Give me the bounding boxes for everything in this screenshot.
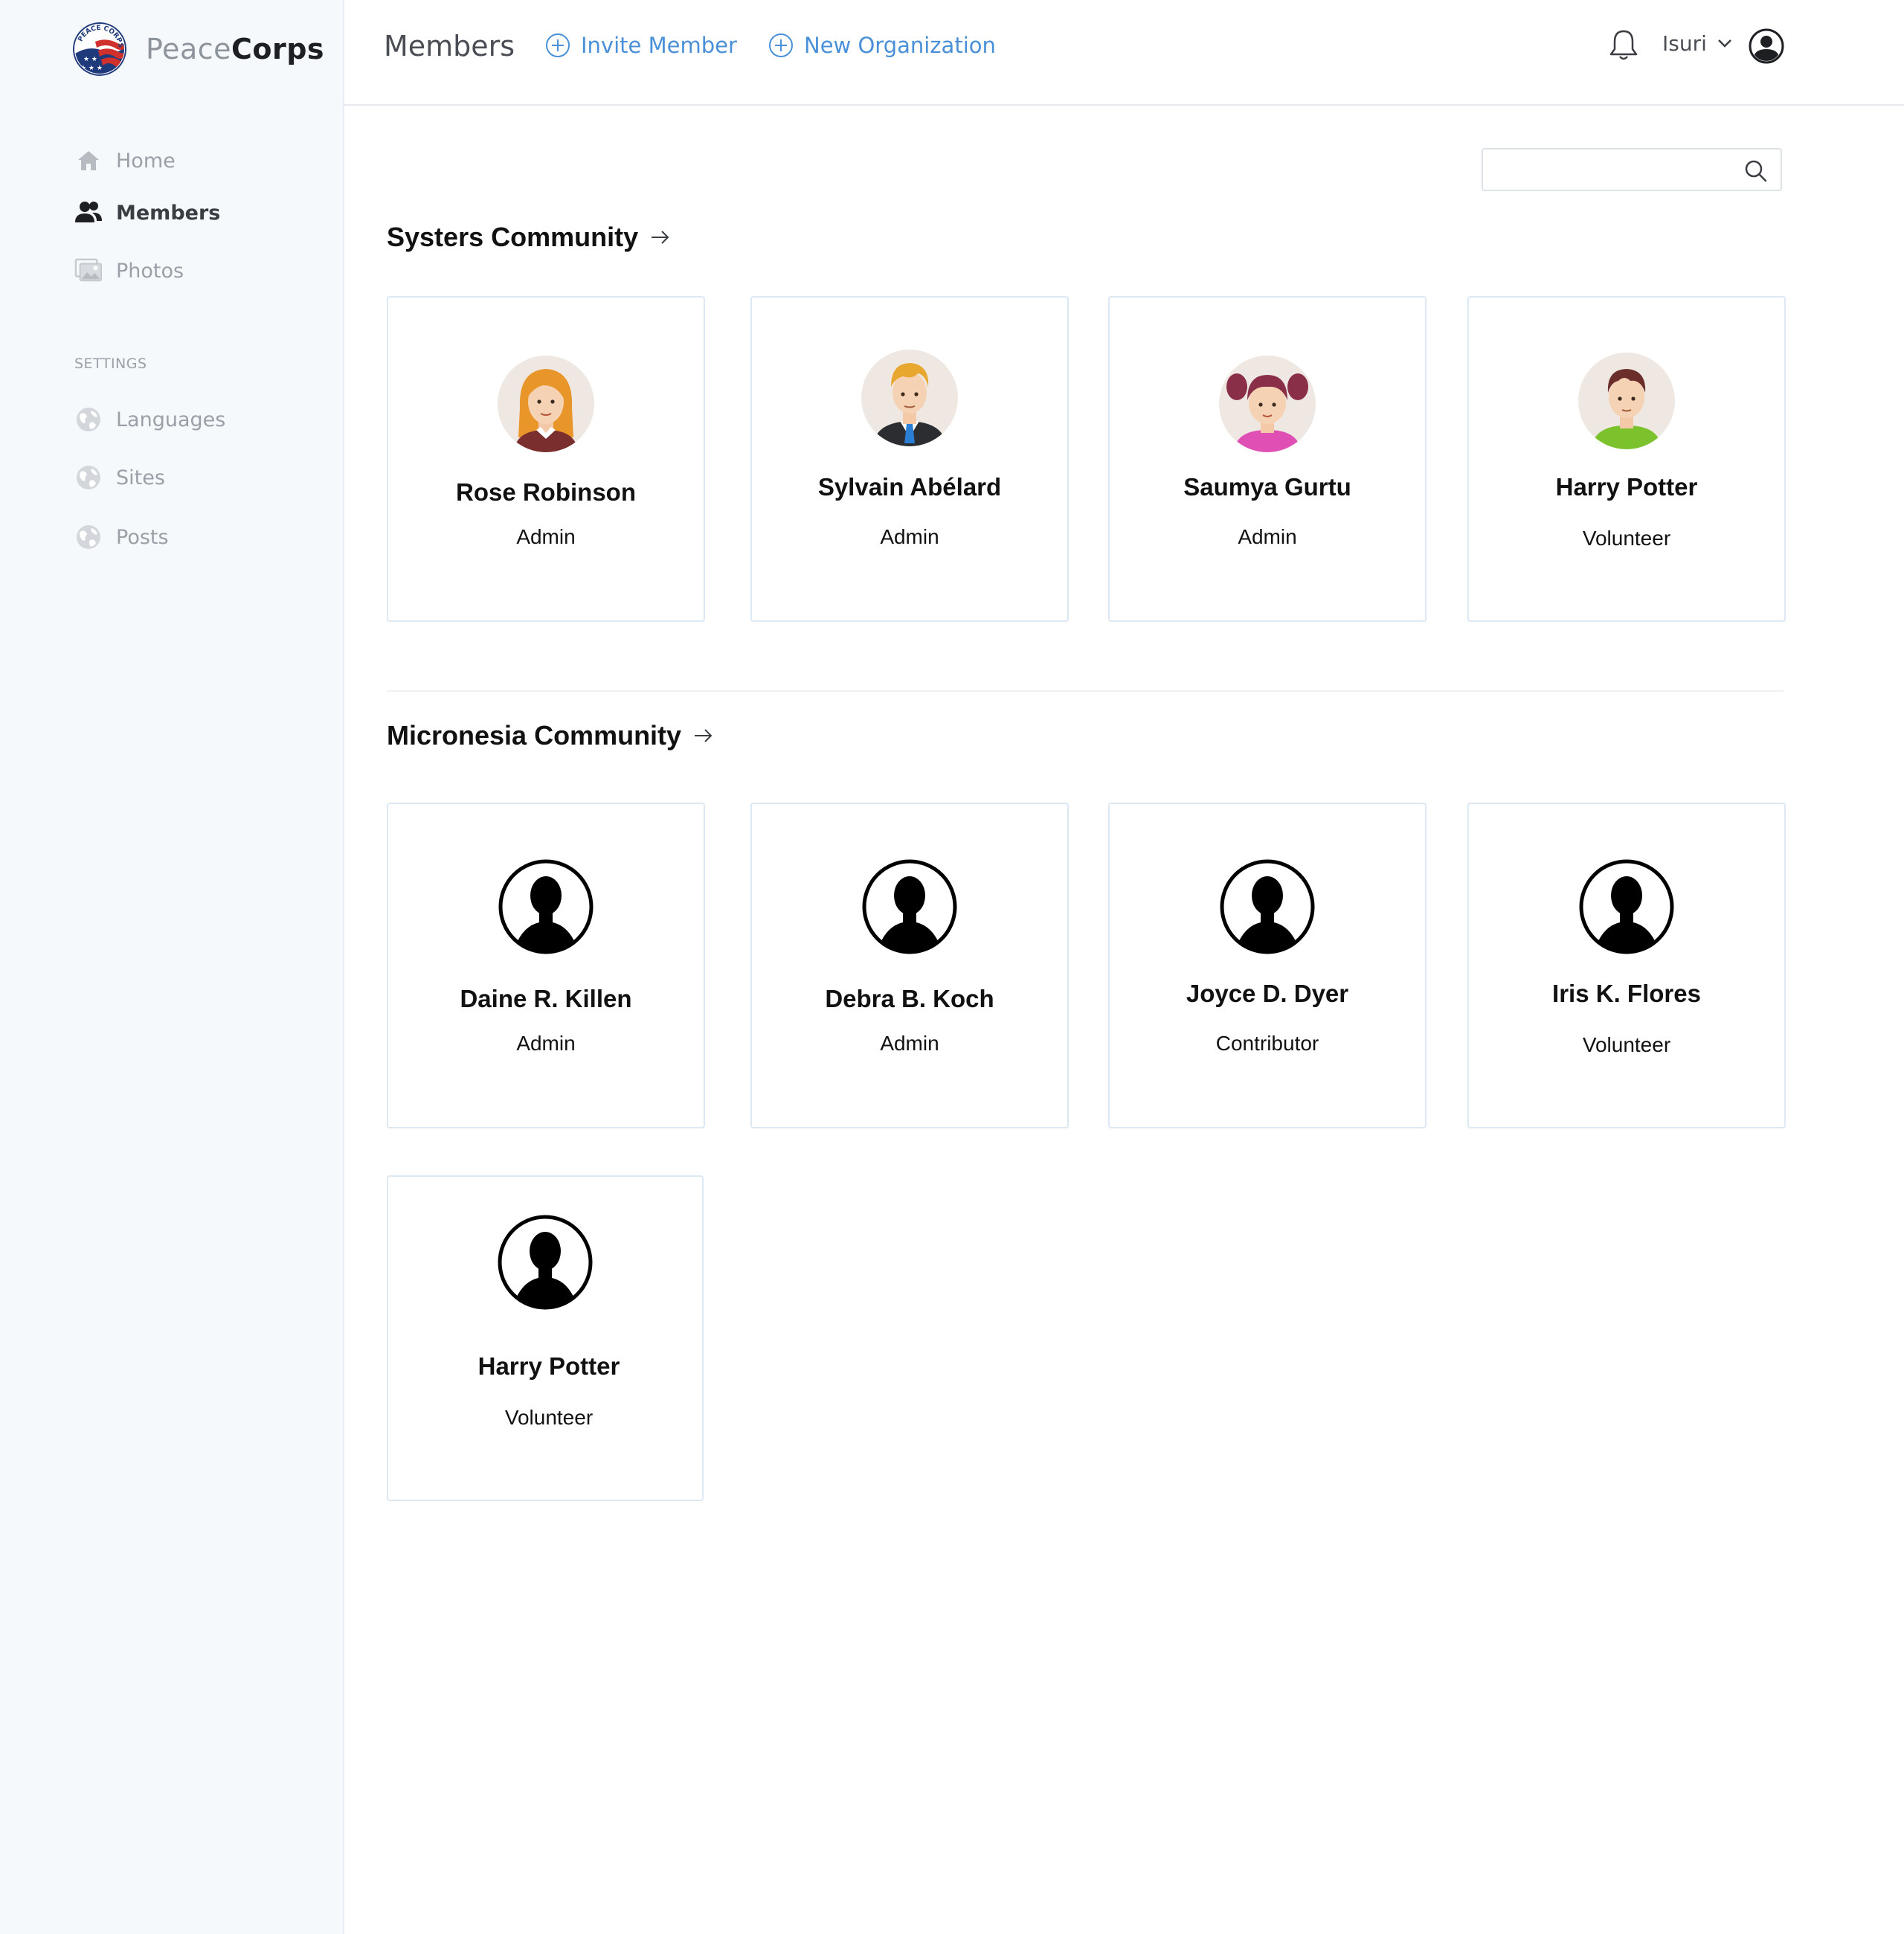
page-title: Members — [384, 30, 515, 62]
search-box — [1482, 148, 1782, 191]
user-avatar-icon[interactable] — [1749, 28, 1784, 64]
sidebar-item-photos[interactable]: Photos — [74, 254, 184, 287]
member-role: Admin — [880, 1032, 939, 1055]
new-organization-label: New Organization — [804, 33, 996, 58]
globe-icon — [74, 405, 103, 434]
woman-avatar-icon — [498, 356, 594, 452]
member-card[interactable]: Saumya Gurtu Admin — [1108, 296, 1427, 622]
boy-avatar-icon — [1578, 353, 1675, 449]
search-input[interactable] — [1490, 154, 1739, 187]
user-silhouette-icon — [1579, 859, 1674, 954]
sidebar-item-languages[interactable]: Languages — [74, 403, 225, 436]
top-bar: Members Invite Member New Organization I… — [344, 0, 1904, 106]
member-name: Joyce D. Dyer — [1186, 980, 1349, 1007]
invite-member-label: Invite Member — [581, 33, 737, 58]
members-icon — [74, 199, 103, 227]
section-title-text: Micronesia Community — [387, 720, 682, 751]
section-divider — [387, 690, 1784, 692]
member-card[interactable]: Sylvain Abélard Admin — [750, 296, 1069, 622]
member-card[interactable]: Debra B. Koch Admin — [750, 803, 1069, 1128]
user-menu-name[interactable]: Isuri — [1662, 31, 1707, 56]
arrow-right-icon — [650, 229, 671, 245]
new-organization-button[interactable]: New Organization — [768, 33, 996, 58]
member-name: Iris K. Flores — [1552, 980, 1701, 1007]
member-name: Debra B. Koch — [825, 985, 994, 1012]
member-name: Daine R. Killen — [460, 985, 632, 1012]
globe-icon — [74, 463, 103, 492]
member-card[interactable]: Rose Robinson Admin — [387, 296, 705, 622]
girl-avatar-icon — [1219, 356, 1316, 452]
member-role: Volunteer — [1582, 1033, 1671, 1056]
home-icon — [74, 147, 103, 175]
chevron-down-icon[interactable] — [1717, 37, 1733, 49]
brand-part1: Peace — [146, 33, 231, 65]
brand-name: PeaceCorps — [146, 33, 324, 65]
member-card[interactable]: Iris K. Flores Volunteer — [1467, 803, 1786, 1128]
user-silhouette-icon — [498, 859, 594, 954]
arrow-right-icon — [693, 727, 714, 744]
member-role: Admin — [880, 525, 939, 548]
sidebar-item-home[interactable]: Home — [74, 144, 176, 177]
globe-icon — [74, 523, 103, 551]
sidebar: ★ ★ ★ ★ ★ PEACE CORPS PeaceCorps Home Me… — [0, 0, 344, 1934]
plus-circle-icon — [546, 33, 570, 57]
sidebar-item-label: Languages — [116, 408, 226, 431]
settings-section-label: SETTINGS — [74, 356, 147, 372]
plus-circle-icon — [769, 33, 793, 57]
sidebar-item-sites[interactable]: Sites — [74, 461, 165, 494]
member-role: Admin — [516, 525, 576, 548]
user-silhouette-icon — [1220, 859, 1315, 954]
invite-member-button[interactable]: Invite Member — [545, 33, 737, 58]
user-silhouette-icon — [862, 859, 957, 954]
member-name: Harry Potter — [477, 1352, 620, 1380]
section-title-micronesia[interactable]: Micronesia Community — [387, 720, 714, 751]
user-silhouette-icon — [498, 1215, 593, 1310]
member-card[interactable]: Harry Potter Volunteer — [387, 1175, 704, 1501]
member-name: Rose Robinson — [455, 478, 636, 506]
member-name: Sylvain Abélard — [817, 473, 1002, 501]
member-name: Saumya Gurtu — [1183, 473, 1351, 501]
sidebar-item-label: Photos — [116, 259, 184, 283]
photos-icon — [74, 257, 103, 285]
member-role: Contributor — [1215, 1032, 1319, 1055]
peace-corps-logo-icon: ★ ★ ★ ★ ★ PEACE CORPS — [73, 22, 126, 76]
member-role: Volunteer — [504, 1406, 594, 1429]
sidebar-item-members[interactable]: Members — [74, 196, 220, 229]
bell-icon[interactable] — [1609, 28, 1638, 62]
member-card[interactable]: Harry Potter Volunteer — [1467, 296, 1786, 622]
svg-text:★ ★: ★ ★ — [83, 56, 97, 63]
sidebar-item-label: Sites — [116, 466, 165, 489]
member-role: Admin — [1238, 525, 1297, 548]
section-title-text: Systers Community — [387, 222, 639, 252]
search-icon[interactable] — [1743, 158, 1769, 184]
member-role: Volunteer — [1582, 527, 1671, 550]
section-title-systers[interactable]: Systers Community — [387, 222, 671, 253]
sidebar-item-label: Home — [116, 149, 176, 173]
member-role: Admin — [516, 1032, 576, 1055]
logo[interactable]: ★ ★ ★ ★ ★ PEACE CORPS PeaceCorps — [73, 21, 324, 77]
sidebar-item-label: Members — [116, 201, 221, 225]
member-card[interactable]: Daine R. Killen Admin — [387, 803, 705, 1128]
member-card[interactable]: Joyce D. Dyer Contributor — [1108, 803, 1427, 1128]
sidebar-item-label: Posts — [116, 525, 169, 549]
man-avatar-icon — [861, 350, 958, 446]
member-name: Harry Potter — [1555, 473, 1698, 501]
sidebar-item-posts[interactable]: Posts — [74, 521, 169, 553]
brand-part2: Corps — [231, 33, 325, 65]
